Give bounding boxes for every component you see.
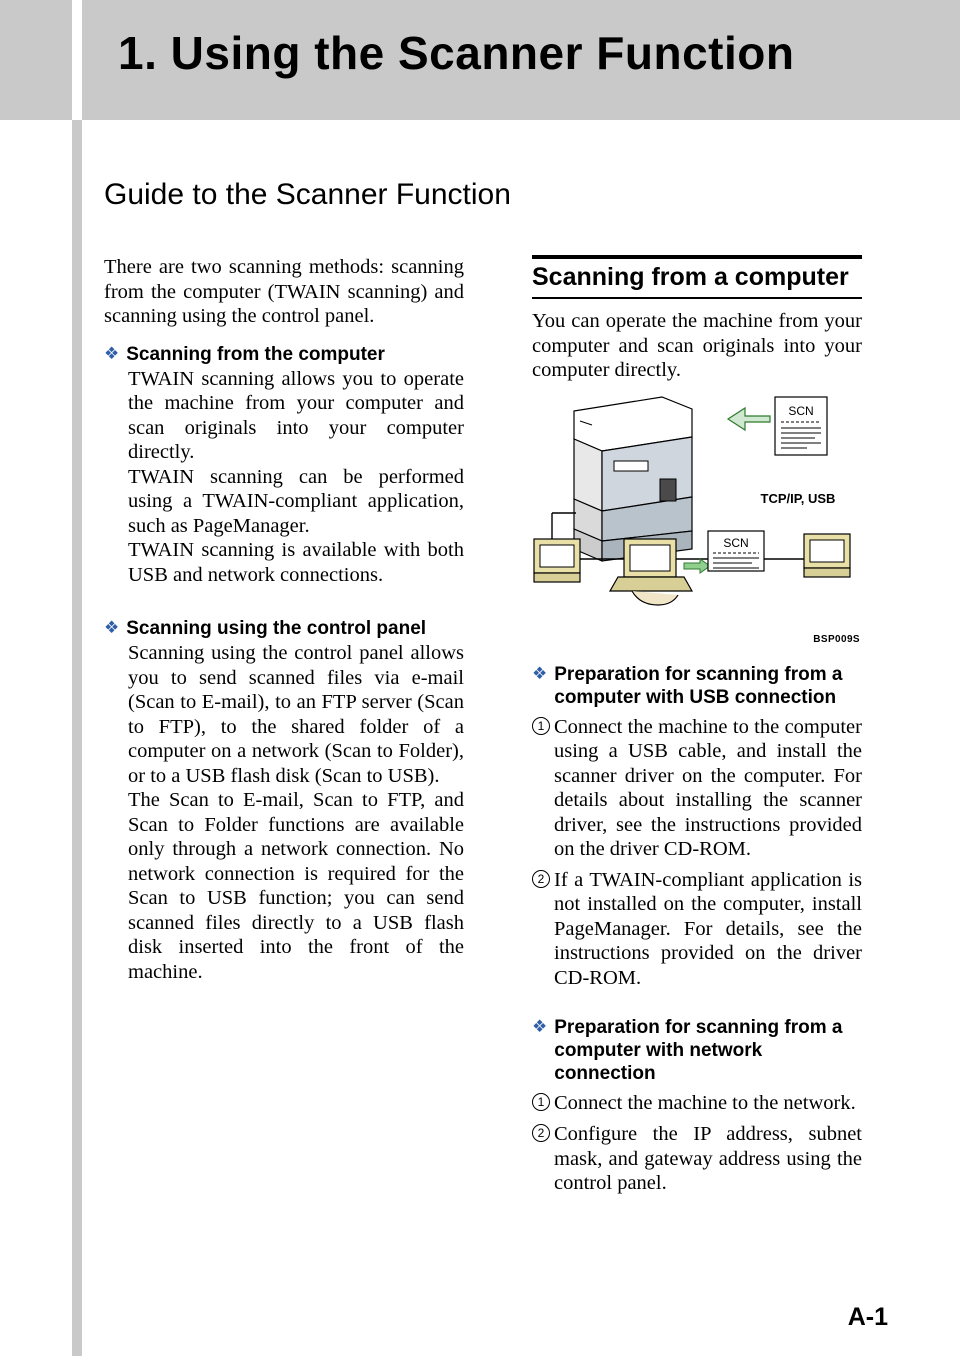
step-number-2: 2 [532, 868, 554, 893]
bullet-scanning-using-control-panel: ❖ Scanning using the control panel [104, 617, 464, 640]
left-column: There are two scanning methods: scanning… [104, 255, 464, 984]
network-step-1: 1 Connect the machine to the network. [532, 1091, 862, 1116]
right-column: Scanning from a computer You can operate… [532, 255, 862, 1196]
network-step-1-text: Connect the machine to the network. [554, 1092, 856, 1114]
diamond-bullet-icon: ❖ [532, 663, 548, 683]
page-title: Guide to the Scanner Function [104, 178, 511, 211]
network-step-2: 2 Configure the IP address, subnet mask,… [532, 1122, 862, 1196]
bullet-heading-label: Preparation for scanning from a computer… [554, 663, 843, 708]
bullet2-paragraph-2: The Scan to E-mail, Scan to FTP, and Sca… [128, 789, 464, 983]
header-left-white-bar [72, 0, 82, 120]
connection-label: TCP/IP, USB [761, 491, 836, 506]
scn-document-bottom: SCN [707, 529, 765, 572]
page-number: A-1 [847, 1303, 888, 1331]
page-side-rail [72, 120, 82, 1356]
bullet-heading-label: Preparation for scanning from a computer… [554, 1017, 843, 1084]
diamond-bullet-icon: ❖ [104, 618, 120, 637]
svg-text:SCN: SCN [723, 536, 748, 550]
bullet1-paragraph-2: TWAIN scanning can be performed using a … [128, 465, 464, 537]
bullet1-body: TWAIN scanning allows you to operate the… [128, 367, 464, 588]
chapter-title: 1. Using the Scanner Function [118, 27, 795, 79]
step-number-2: 2 [532, 1122, 554, 1147]
bullet-preparation-usb: ❖ Preparation for scanning from a comput… [532, 663, 862, 709]
bullet1-paragraph-3: TWAIN scanning is available with both US… [128, 539, 464, 586]
right-intro-paragraph: You can operate the machine from your co… [532, 310, 862, 381]
usb-step-2: 2 If a TWAIN-compliant application is no… [532, 868, 862, 991]
client-computer-right [803, 532, 851, 578]
scn-document-top: SCN [774, 395, 828, 456]
scanning-from-computer-heading: Scanning from a computer [532, 259, 862, 299]
network-step-2-text: Configure the IP address, subnet mask, a… [554, 1123, 862, 1194]
usb-step-1: 1 Connect the machine to the computer us… [532, 715, 862, 862]
bullet-heading-label: Scanning from the computer [126, 343, 385, 365]
step-number-1: 1 [532, 1091, 554, 1116]
bullet-heading-label: Scanning using the control panel [126, 618, 427, 639]
bullet-preparation-network: ❖ Preparation for scanning from a comput… [532, 1016, 862, 1085]
diamond-bullet-icon: ❖ [532, 1017, 548, 1036]
usb-step-1-text: Connect the machine to the computer usin… [554, 715, 862, 861]
diagram-svg: SCN TCP/IP, USB SCN [533, 395, 851, 606]
bullet-scanning-from-computer: ❖ Scanning from the computer [104, 343, 464, 366]
scanner-network-diagram: SCN TCP/IP, USB SCN BSP009S [532, 391, 862, 645]
step-number-1: 1 [532, 715, 554, 740]
bullet1-paragraph-1: TWAIN scanning allows you to operate the… [128, 367, 464, 464]
diamond-bullet-icon: ❖ [104, 343, 120, 363]
document-page: 1. Using the Scanner Function Guide to t… [0, 0, 960, 1356]
figure-code: BSP009S [813, 633, 860, 645]
usb-step-2-text: If a TWAIN-compliant application is not … [554, 868, 862, 989]
client-computer-left [533, 537, 581, 583]
green-arrow-icon [726, 406, 771, 431]
svg-text:SCN: SCN [788, 404, 813, 418]
mfp-printer-icon [573, 395, 693, 562]
green-arrow-small-icon [683, 557, 711, 574]
intro-paragraph: There are two scanning methods: scanning… [104, 256, 464, 327]
bullet2-paragraph-1: Scanning using the control panel allows … [128, 642, 464, 787]
bullet2-body: Scanning using the control panel allows … [128, 641, 464, 984]
